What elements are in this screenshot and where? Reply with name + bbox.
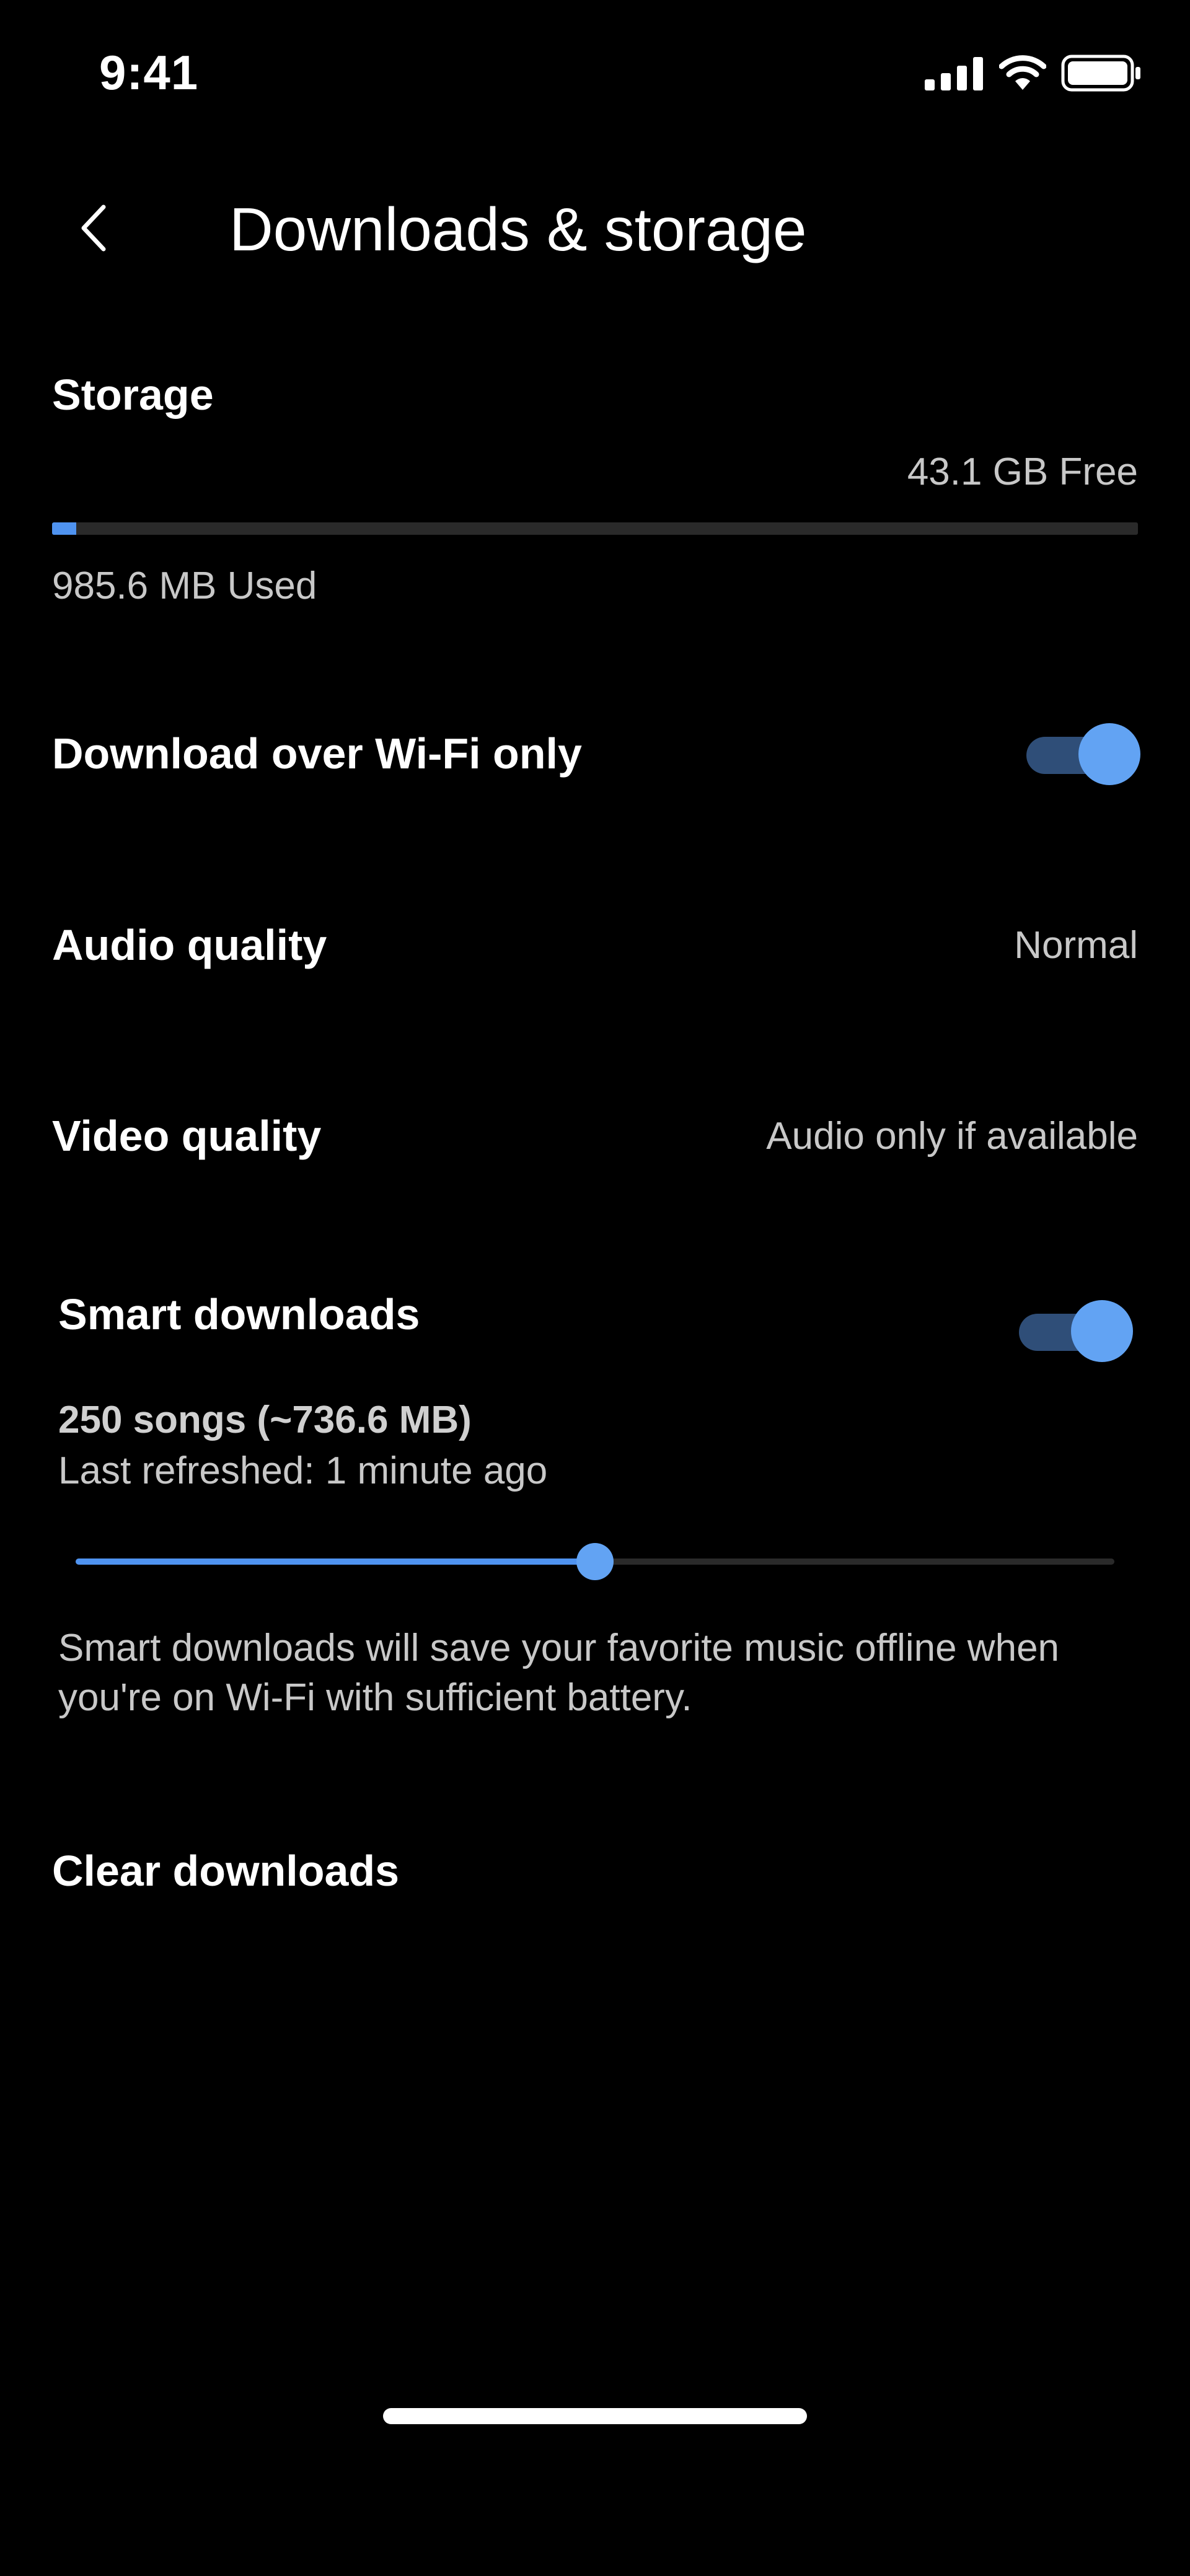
smart-downloads-toggle[interactable] xyxy=(1015,1300,1133,1362)
storage-free-label: 43.1 GB Free xyxy=(907,451,1138,493)
wifi-only-label: Download over Wi-Fi only xyxy=(52,729,582,778)
video-quality-label[interactable]: Video quality xyxy=(52,1109,321,1163)
smart-downloads-description: Smart downloads will save your favorite … xyxy=(58,1627,1060,1719)
video-quality-value[interactable]: Audio only if available xyxy=(766,1112,1138,1161)
toggle-knob xyxy=(1071,1300,1133,1362)
toggle-knob xyxy=(1078,723,1140,785)
wifi-icon xyxy=(999,55,1046,90)
status-time: 9:41 xyxy=(99,45,199,100)
audio-quality-label[interactable]: Audio quality xyxy=(52,918,327,972)
back-button[interactable] xyxy=(62,197,124,259)
storage-usage-bar xyxy=(52,522,1138,535)
clear-downloads-button[interactable]: Clear downloads xyxy=(52,1844,399,1897)
storage-usage-fill xyxy=(52,522,76,535)
cellular-signal-icon xyxy=(925,57,983,90)
status-icons xyxy=(925,53,1142,93)
smart-downloads-slider[interactable] xyxy=(76,1537,1114,1586)
page-title: Downloads & storage xyxy=(229,195,807,263)
smart-downloads-songs: 250 songs (~736.6 MB) xyxy=(58,1399,472,1441)
smart-downloads-refreshed: Last refreshed: 1 minute ago xyxy=(58,1449,548,1492)
storage-section-title: Storage xyxy=(52,371,214,419)
slider-thumb[interactable] xyxy=(576,1543,614,1580)
wifi-only-toggle[interactable] xyxy=(1023,723,1140,785)
slider-fill xyxy=(76,1558,595,1565)
storage-used-label: 985.6 MB Used xyxy=(52,565,317,607)
home-indicator xyxy=(383,2408,807,2424)
audio-quality-value[interactable]: Normal xyxy=(1014,921,1138,970)
chevron-left-icon xyxy=(81,204,106,252)
battery-icon xyxy=(1061,55,1140,92)
smart-downloads-title: Smart downloads xyxy=(58,1290,420,1339)
